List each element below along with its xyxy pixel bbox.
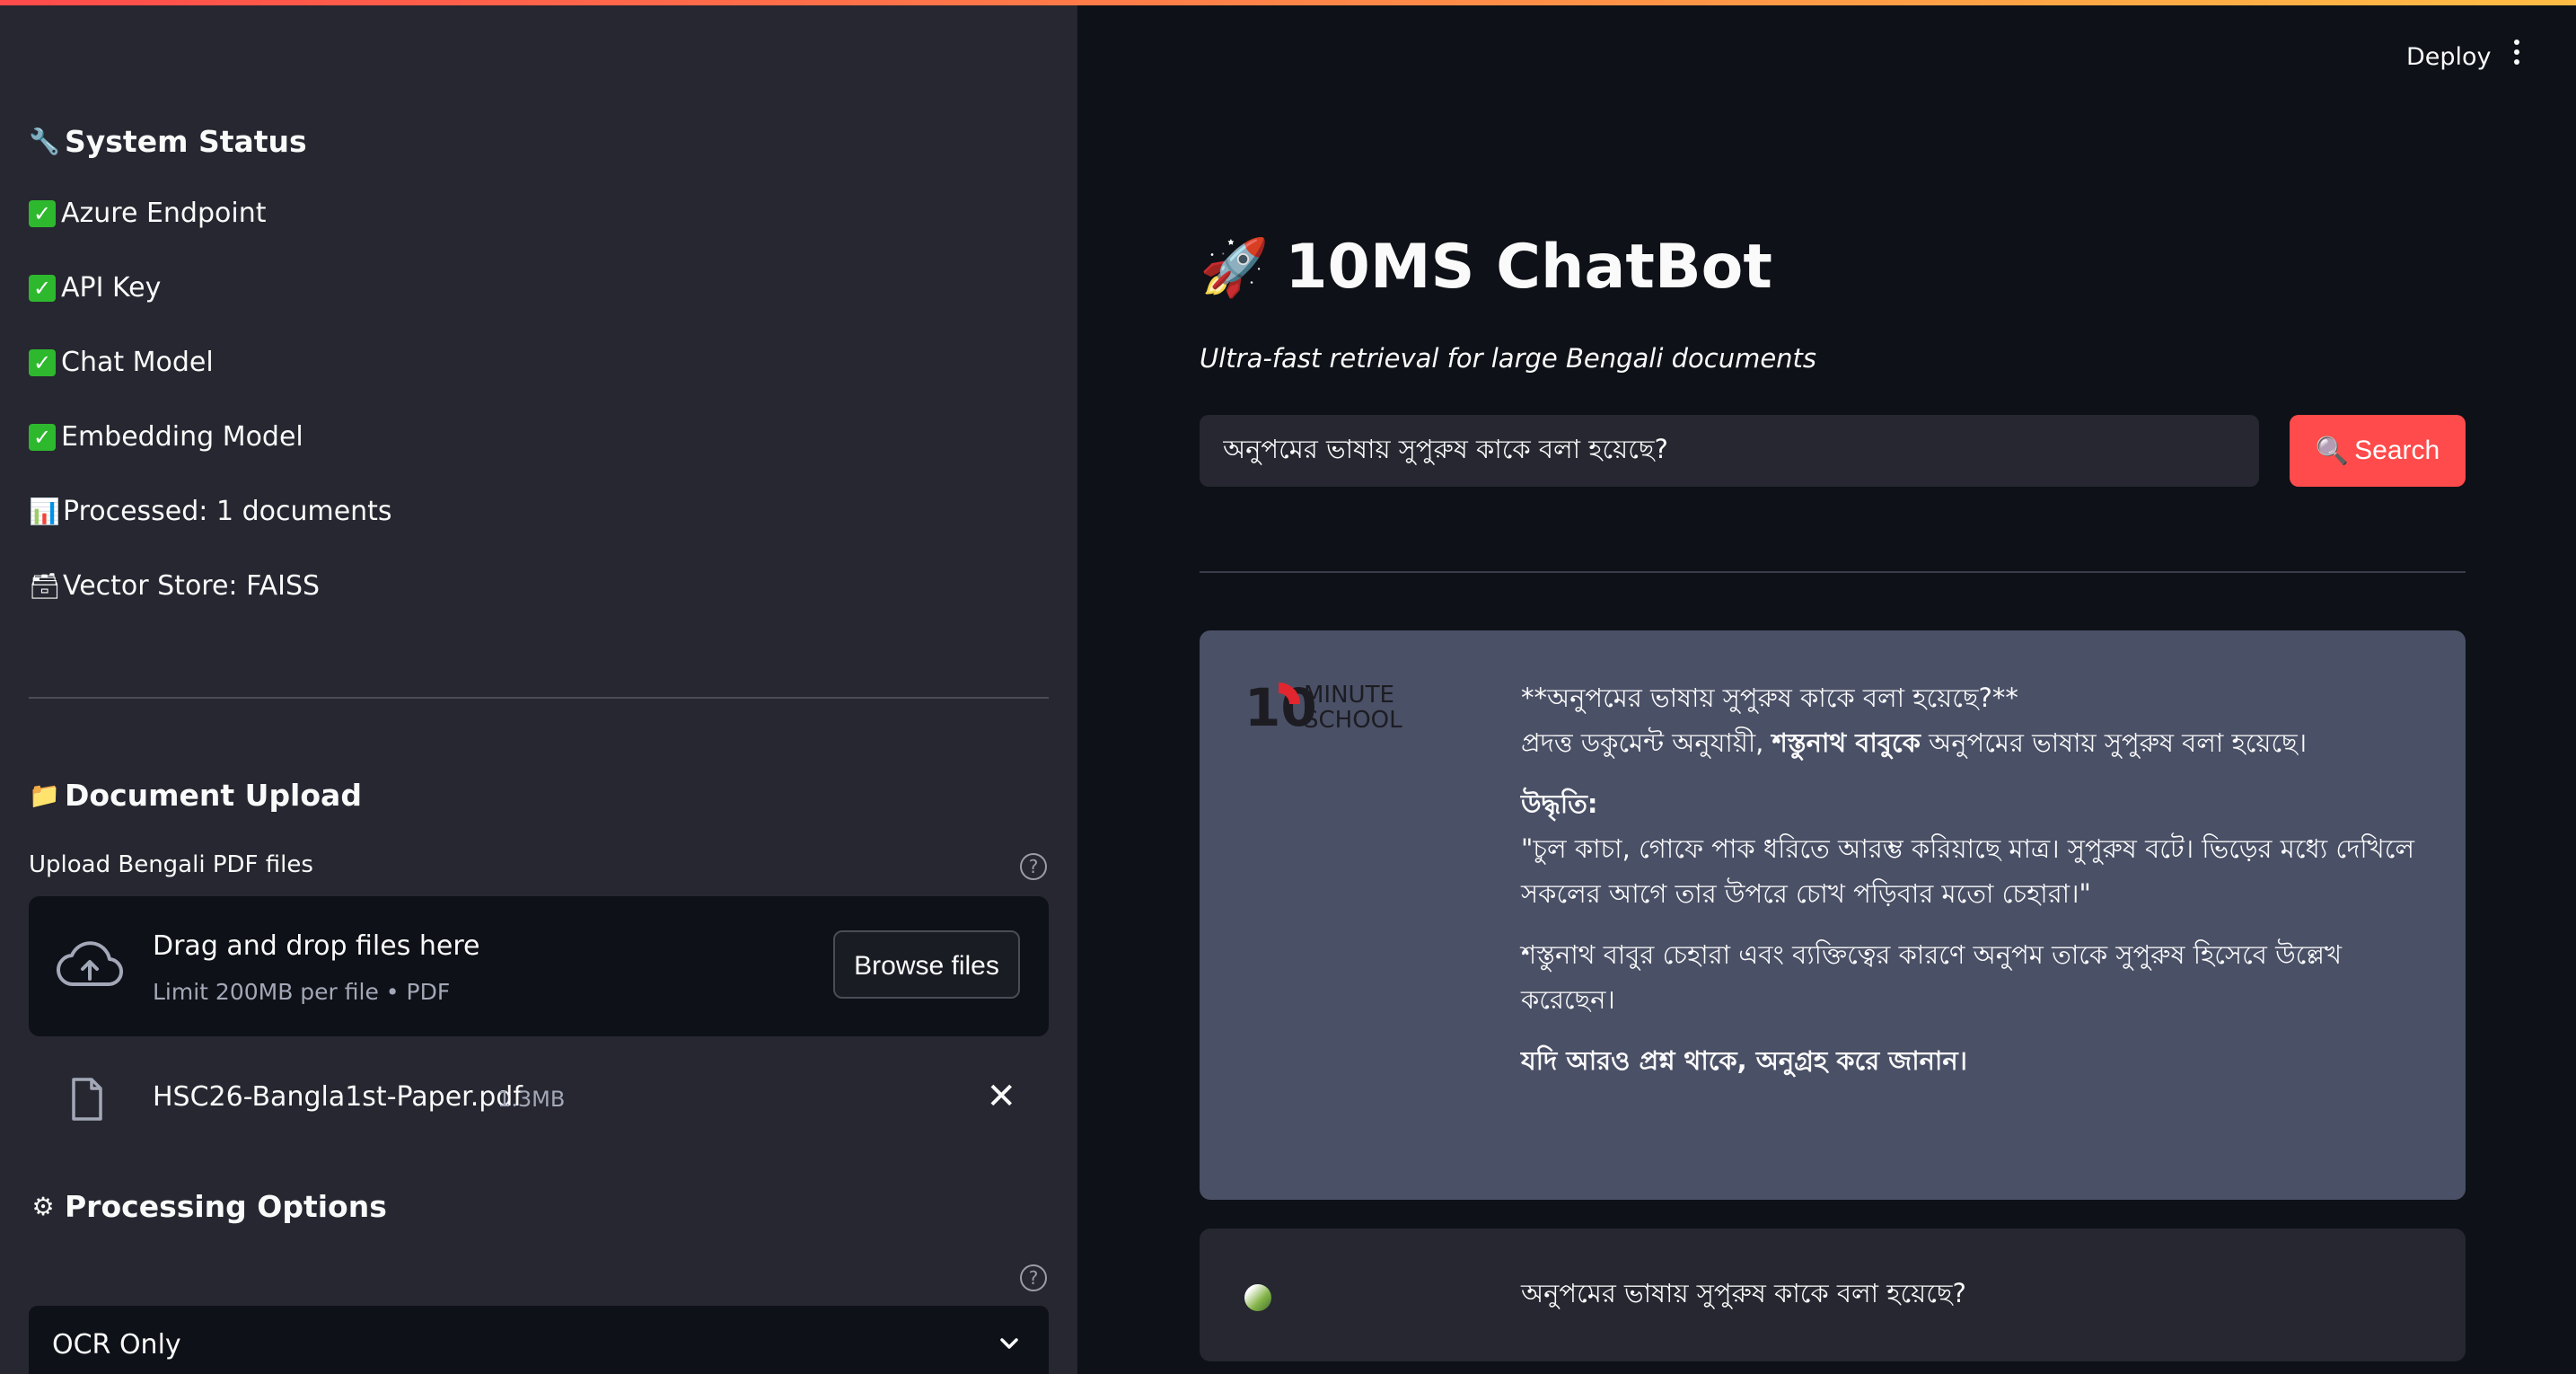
browse-files-button[interactable]: Browse files bbox=[833, 930, 1020, 999]
select-value: OCR Only bbox=[52, 1329, 181, 1361]
search-input[interactable] bbox=[1200, 415, 2259, 487]
page-subtitle: Ultra-fast retrieval for large Bengali d… bbox=[1200, 343, 1817, 374]
status-api-key: ✓ API Key bbox=[29, 272, 161, 304]
search-icon: 🔍 bbox=[2315, 436, 2350, 466]
file-size: 1.3MB bbox=[497, 1087, 566, 1112]
content-divider bbox=[1200, 571, 2466, 573]
sidebar-divider bbox=[29, 697, 1049, 699]
status-processed: 📊 Processed: 1 documents bbox=[29, 496, 392, 527]
answer-explanation: শস্তুনাথ বাবুর চেহারা এবং ব্যক্তিত্বের ক… bbox=[1521, 939, 2342, 1015]
search-button-label: Search bbox=[2354, 436, 2440, 465]
status-label: Vector Store: FAISS bbox=[63, 570, 321, 602]
document-upload-title: Document Upload bbox=[65, 778, 362, 813]
remove-file-button[interactable]: ✕ bbox=[986, 1076, 1016, 1117]
wrench-icon: 🔧 bbox=[29, 127, 60, 156]
status-label: API Key bbox=[61, 272, 162, 304]
help-icon[interactable]: ? bbox=[1020, 853, 1047, 880]
main-content: Deploy 🚀 10MS ChatBot Ultra-fast retriev… bbox=[1077, 5, 2576, 1374]
processing-mode-select[interactable]: OCR Only bbox=[29, 1306, 1049, 1374]
page-title: 🚀 10MS ChatBot bbox=[1200, 232, 1772, 303]
check-icon: ✓ bbox=[29, 274, 56, 302]
check-icon: ✓ bbox=[29, 423, 56, 451]
processing-options-heading: ⚙ Processing Options bbox=[29, 1189, 387, 1224]
answer-question: **অনুপমের ভাষায় সুপুরুষ কাকে বলা হয়েছে… bbox=[1521, 683, 2018, 713]
svg-text:MINUTE: MINUTE bbox=[1304, 682, 1394, 709]
upload-label: Upload Bengali PDF files bbox=[29, 851, 313, 878]
answer-closing: যদি আরও প্রশ্ন থাকে, অনুগ্রহ করে জানান। bbox=[1521, 1045, 1968, 1076]
search-button[interactable]: 🔍 Search bbox=[2290, 415, 2466, 487]
sidebar: 🔧 System Status ✓ Azure Endpoint ✓ API K… bbox=[0, 5, 1077, 1374]
status-label: Chat Model bbox=[61, 347, 214, 378]
file-name: HSC26-Bangla1st-Paper.pdf bbox=[153, 1081, 523, 1113]
status-azure-endpoint: ✓ Azure Endpoint bbox=[29, 198, 266, 229]
quote-heading: উদ্ধৃতি: bbox=[1521, 788, 1598, 819]
assistant-message: 10 MINUTE SCHOOL **অনুপমের ভাষায় সুপুরু… bbox=[1200, 630, 2466, 1200]
page-title-text: 10MS ChatBot bbox=[1285, 232, 1772, 303]
status-vector-store: 🗃 Vector Store: FAISS bbox=[29, 570, 320, 602]
file-icon bbox=[72, 1078, 102, 1121]
status-chat-model: ✓ Chat Model bbox=[29, 347, 214, 378]
quote-text: "চুল কাচা, গোফে পাক ধরিতে আরম্ভ করিয়াছে… bbox=[1521, 833, 2414, 909]
chevron-down-icon bbox=[1000, 1338, 1018, 1349]
ten-minute-school-logo: 10 MINUTE SCHOOL bbox=[1244, 677, 1402, 733]
cloud-upload-icon bbox=[57, 941, 124, 987]
document-upload-heading: 📁 Document Upload bbox=[29, 778, 362, 813]
processing-options-title: Processing Options bbox=[65, 1189, 387, 1224]
status-label: Processed: 1 documents bbox=[63, 496, 392, 527]
check-icon: ✓ bbox=[29, 348, 56, 376]
more-menu-icon[interactable] bbox=[2514, 40, 2521, 69]
answer-text: **অনুপমের ভাষায় সুপুরুষ কাকে বলা হয়েছে… bbox=[1521, 675, 2419, 1099]
bar-chart-icon: 📊 bbox=[29, 497, 60, 526]
user-query-text: অনুপমের ভাষায় সুপুরুষ কাকে বলা হয়েছে? bbox=[1521, 1278, 1966, 1308]
help-icon[interactable]: ? bbox=[1020, 1264, 1047, 1291]
system-status-title: System Status bbox=[65, 124, 307, 159]
card-box-icon: 🗃 bbox=[29, 571, 61, 601]
deploy-button[interactable]: Deploy bbox=[2406, 43, 2492, 71]
folder-icon: 📁 bbox=[29, 780, 60, 810]
file-dropzone[interactable]: Drag and drop files here Limit 200MB per… bbox=[29, 896, 1049, 1036]
status-embedding-model: ✓ Embedding Model bbox=[29, 421, 303, 453]
user-message: অনুপমের ভাষায় সুপুরুষ কাকে বলা হয়েছে? bbox=[1200, 1229, 2466, 1361]
status-label: Azure Endpoint bbox=[61, 198, 267, 229]
rocket-icon: 🚀 bbox=[1200, 233, 1270, 300]
system-status-heading: 🔧 System Status bbox=[29, 124, 307, 159]
check-icon: ✓ bbox=[29, 199, 56, 227]
avatar bbox=[1244, 1284, 1271, 1311]
dropzone-limit: Limit 200MB per file • PDF bbox=[153, 979, 451, 1005]
svg-text:SCHOOL: SCHOOL bbox=[1304, 707, 1402, 733]
uploaded-file-row: HSC26-Bangla1st-Paper.pdf 1.3MB ✕ bbox=[29, 1065, 1049, 1135]
gear-icon: ⚙ bbox=[31, 1192, 55, 1221]
dropzone-title: Drag and drop files here bbox=[153, 930, 480, 962]
answer-line: প্রদত্ত ডকুমেন্ট অনুযায়ী, শস্তুনাথ বাবু… bbox=[1521, 727, 2308, 758]
status-label: Embedding Model bbox=[61, 421, 303, 453]
